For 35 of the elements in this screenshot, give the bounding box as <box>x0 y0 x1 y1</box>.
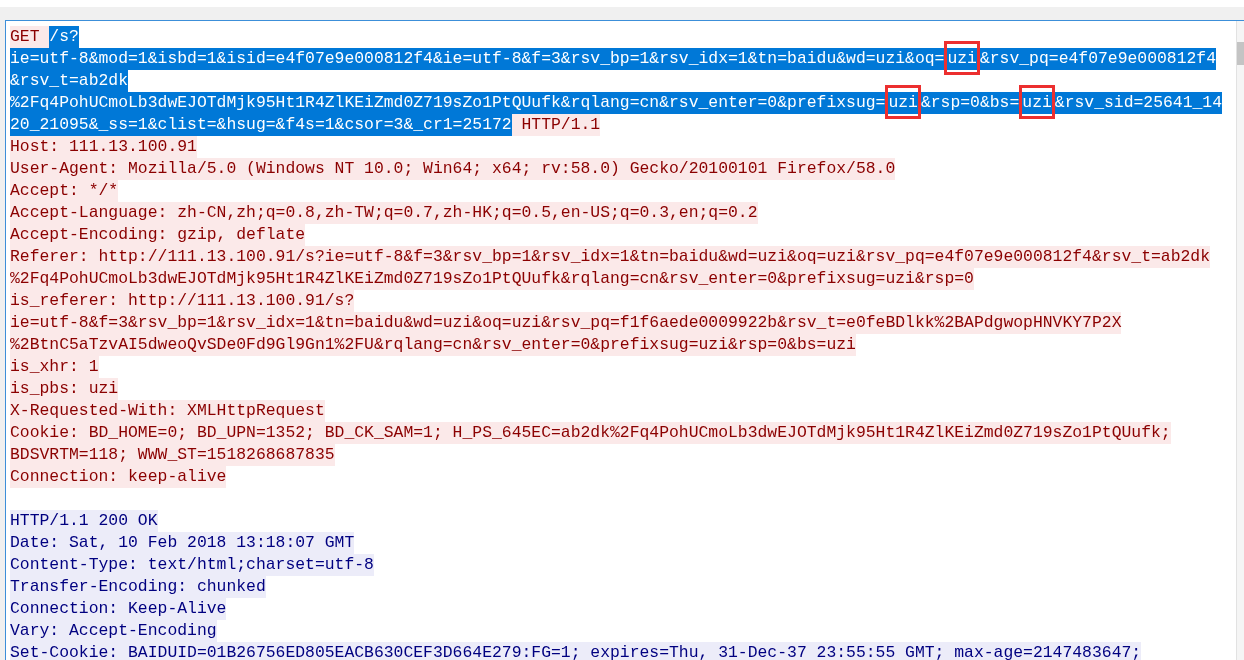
request-text: is_xhr: 1 <box>10 356 99 378</box>
request-text: Accept-Language: zh-CN,zh;q=0.8,zh-TW;q=0.7,zh-HK;q=0.5,en-US;q=0.3,en;q=0.2 <box>10 202 758 224</box>
request-text: HTTP/1.1 <box>511 114 601 136</box>
request-text: Host: 111.13.100.91 <box>10 136 197 158</box>
request-text: is_pbs: uzi <box>10 378 119 400</box>
request-text: Accept: */* <box>10 180 119 202</box>
request-text: GET <box>10 26 50 48</box>
request-text: is_referer: http://111.13.100.91/s? <box>10 290 355 312</box>
selected-text: 20_21095&_ss=1&clist=&hsug=&f4s=1&csor=3&_cr1=25172 <box>10 114 512 136</box>
response-text: Content-Type: text/html;charset=utf-8 <box>10 554 374 576</box>
selected-text: &rsv_pq=e4f07e9e000812f4 <box>979 48 1216 70</box>
request-text: Referer: http://111.13.100.91/s?ie=utf-8&f=3&rsv_bp=1&rsv_idx=1&tn=baidu&wd=uzi&oq=uzi&rsv_pq=e4f07e9e000812f4&rsv_t=ab2dk <box>10 246 1210 268</box>
request-text: Accept-Encoding: gzip, deflate <box>10 224 306 246</box>
request-text: BDSVRTM=118; WWW_ST=1518268687835 <box>10 444 335 466</box>
selected-text: ie=utf-8&mod=1&isbd=1&isid=e4f07e9e000812f4&ie=utf-8&f=3&rsv_bp=1&rsv_idx=1&tn=baidu&wd=uzi&oq= <box>10 48 945 70</box>
request-text: ie=utf-8&f=3&rsv_bp=1&rsv_idx=1&tn=baidu&wd=uzi&oq=uzi&rsv_pq=f1f6aede0009922b&rsv_t=e0feBDlkk%2BAPdgwopHNVKY7P2X <box>10 312 1122 334</box>
selected-text: &rsv_sid=25641_14 <box>1054 92 1223 114</box>
request-text: User-Agent: Mozilla/5.0 (Windows NT 10.0; Win64; x64; rv:58.0) Gecko/20100101 Firefox/58.0 <box>10 158 896 180</box>
request-text: X-Requested-With: XMLHttpRequest <box>10 400 325 422</box>
selected-text: /s? <box>49 26 79 48</box>
response-text: Vary: Accept-Encoding <box>10 620 217 642</box>
response-text: Set-Cookie: BAIDUID=01B26756ED805EACB630CEF3D664E279:FG=1; expires=Thu, 31-Dec-37 23:55:55 GMT; max-age=2147483647; <box>10 642 1142 660</box>
request-text: Connection: keep-alive <box>10 466 227 488</box>
selected-text: &rsp=0&bs= <box>920 92 1020 114</box>
response-text: Date: Sat, 10 Feb 2018 13:18:07 GMT <box>10 532 355 554</box>
request-text: Cookie: BD_HOME=0; BD_UPN=1352; BD_CK_SAM=1; H_PS_645EC=ab2dk%2Fq4PohUCmoLb3dwEJOTdMjk95Ht1R4ZlKEiZmd0Z719sZo1PtQUufk; <box>10 422 1171 444</box>
request-text: %2BtnC5aTzvAI5dweoQvSDe0Fd9Gl9Gn1%2FU&rqlang=cn&rsv_enter=0&prefixsug=uzi&rsp=0&bs=uzi <box>10 334 856 356</box>
response-text: Transfer-Encoding: chunked <box>10 576 266 598</box>
selected-text: %2Fq4PohUCmoLb3dwEJOTdMjk95Ht1R4ZlKEiZmd0Z719sZo1PtQUufk&rqlang=cn&rsv_enter=0&prefixsug= <box>10 92 886 114</box>
scrollbar[interactable] <box>1236 21 1244 660</box>
response-text: HTTP/1.1 200 OK <box>10 510 158 532</box>
selected-text: &rsv_t=ab2dk <box>10 70 129 92</box>
scrollbar-thumb[interactable] <box>1237 42 1244 65</box>
response-text: Connection: Keep-Alive <box>10 598 227 620</box>
request-text: %2Fq4PohUCmoLb3dwEJOTdMjk95Ht1R4ZlKEiZmd0Z719sZo1PtQUufk&rqlang=cn&rsv_enter=0&prefixsug=uzi&rsp=0 <box>10 268 974 290</box>
